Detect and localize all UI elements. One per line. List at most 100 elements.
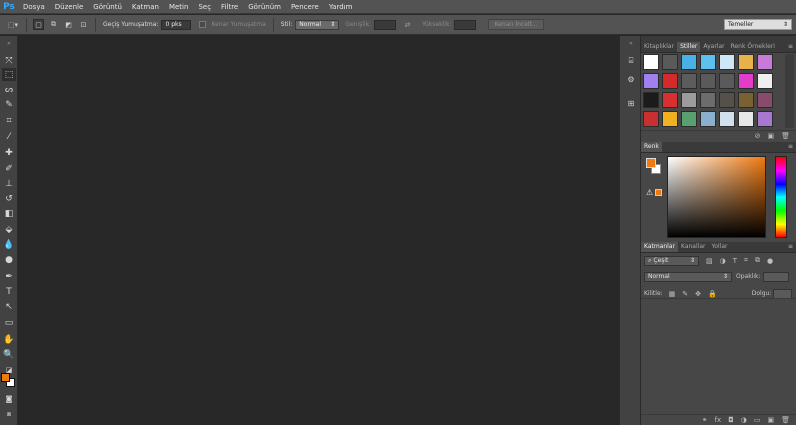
eraser-tool-icon[interactable]: ◧ [2, 207, 16, 220]
style-swatch[interactable] [662, 54, 678, 70]
style-swatch[interactable] [681, 111, 697, 127]
style-swatch[interactable] [719, 73, 735, 89]
out-of-gamut-warning-icon[interactable]: ⚠ [646, 188, 653, 197]
gamut-color-swatch[interactable] [655, 189, 662, 196]
history-brush-tool-icon[interactable]: ↺ [2, 192, 16, 205]
clone-stamp-tool-icon[interactable]: ⊥ [2, 177, 16, 190]
healing-brush-tool-icon[interactable]: ✚ [2, 146, 16, 159]
lasso-tool-icon[interactable]: ᔕ [2, 83, 16, 96]
style-swatch[interactable] [738, 111, 754, 127]
eyedropper-tool-icon[interactable]: ⁄ [2, 130, 16, 143]
style-swatch[interactable] [681, 92, 697, 108]
style-swatch[interactable] [681, 54, 697, 70]
style-swatch[interactable] [757, 92, 773, 108]
tab-renk[interactable]: Renk [641, 142, 662, 152]
style-select[interactable]: Normal ⇕ [295, 19, 340, 30]
new-selection-icon[interactable]: ▢ [33, 19, 44, 30]
color-panel-foreground[interactable] [646, 158, 656, 168]
height-input[interactable] [454, 19, 477, 30]
style-swatch[interactable] [719, 111, 735, 127]
collapse-icon[interactable]: » [2, 37, 16, 50]
style-swatch[interactable] [700, 111, 716, 127]
properties-icon[interactable]: ⚙ [624, 73, 638, 85]
shape-filter-icon[interactable]: ⌗ [744, 256, 748, 265]
intersect-selection-icon[interactable]: ⊡ [78, 19, 89, 30]
menu-dosya[interactable]: Dosya [18, 0, 50, 14]
style-swatch[interactable] [757, 73, 773, 89]
menu-goruntu[interactable]: Görüntü [88, 0, 127, 14]
menu-pencere[interactable]: Pencere [286, 0, 324, 14]
style-swatch[interactable] [757, 111, 773, 127]
subtract-selection-icon[interactable]: ◩ [63, 19, 74, 30]
quick-selection-tool-icon[interactable]: ✎ [2, 98, 16, 111]
fill-input[interactable] [773, 288, 792, 299]
refine-edge-button[interactable]: Kenarı İncelt... [488, 19, 544, 30]
crop-tool-icon[interactable]: ⌗ [2, 114, 16, 127]
panel-menu-icon[interactable]: ≡ [788, 43, 793, 50]
blur-tool-icon[interactable]: 💧 [2, 238, 16, 251]
tab-katmanlar[interactable]: Katmanlar [641, 242, 678, 252]
paint-bucket-tool-icon[interactable]: ⬙ [2, 223, 16, 236]
filter-toggle-icon[interactable]: ● [767, 257, 773, 265]
swap-dimensions-icon[interactable]: ⇄ [402, 19, 413, 30]
layers-list[interactable] [641, 298, 796, 414]
style-swatch[interactable] [643, 73, 659, 89]
type-tool-icon[interactable]: T [2, 285, 16, 298]
tab-renk-ornekleri[interactable]: Renk Örnekleri [728, 42, 778, 52]
move-tool-icon[interactable]: ⤧ [2, 54, 16, 67]
antialias-checkbox[interactable] [199, 21, 207, 28]
pixel-filter-icon[interactable]: ▨ [706, 257, 713, 265]
style-swatch[interactable] [662, 111, 678, 127]
history-icon[interactable]: ⌸ [624, 55, 638, 67]
quick-mask-icon[interactable]: ◙ [2, 392, 16, 405]
style-swatch[interactable] [700, 73, 716, 89]
style-swatch[interactable] [643, 92, 659, 108]
link-layers-icon[interactable]: ⚭ [702, 416, 708, 424]
hue-slider[interactable] [775, 156, 787, 238]
style-swatch[interactable] [700, 54, 716, 70]
rectangular-marquee-tool-icon[interactable]: ⬚ [2, 68, 16, 81]
smart-object-filter-icon[interactable]: ⧉ [755, 256, 760, 265]
menu-metin[interactable]: Metin [164, 0, 193, 14]
add-mask-icon[interactable]: ◘ [728, 416, 734, 424]
workspace-select[interactable]: Temeller ⇕ [724, 19, 792, 30]
foreground-color-swatch[interactable] [1, 373, 10, 382]
trash-icon[interactable]: 🗑 [781, 416, 790, 424]
style-swatch[interactable] [681, 73, 697, 89]
menu-yardim[interactable]: Yardım [324, 0, 358, 14]
tab-kitapliklar[interactable]: Kitaplıklar [641, 42, 677, 52]
layer-style-icon[interactable]: fx [715, 416, 722, 424]
tab-kanallar[interactable]: Kanallar [678, 242, 708, 252]
dodge-tool-icon[interactable]: ● [2, 253, 16, 266]
menu-katman[interactable]: Katman [127, 0, 164, 14]
adjustment-layer-icon[interactable]: ◑ [741, 416, 747, 424]
lock-all-icon[interactable]: 🔒 [708, 290, 717, 298]
style-swatch[interactable] [738, 54, 754, 70]
style-swatch[interactable] [662, 73, 678, 89]
menu-filtre[interactable]: Filtre [216, 0, 243, 14]
color-spectrum-field[interactable] [667, 156, 766, 238]
lock-transparent-icon[interactable]: ▦ [669, 290, 676, 298]
style-swatch[interactable] [719, 54, 735, 70]
style-swatch[interactable] [757, 54, 773, 70]
opacity-input[interactable] [762, 271, 789, 282]
tab-stiller[interactable]: Stiller [677, 42, 701, 52]
styles-scrollbar[interactable] [785, 54, 794, 128]
style-swatch[interactable] [719, 92, 735, 108]
group-icon[interactable]: ▭ [754, 416, 761, 424]
menu-sec[interactable]: Seç [193, 0, 216, 14]
brush-tool-icon[interactable]: ✐ [2, 162, 16, 175]
style-swatch[interactable] [738, 92, 754, 108]
add-to-selection-icon[interactable]: ⧉ [48, 19, 59, 30]
style-swatch[interactable] [700, 92, 716, 108]
document-canvas-area[interactable] [19, 36, 619, 425]
menu-gorunum[interactable]: Görünüm [243, 0, 286, 14]
type-filter-icon[interactable]: T [733, 257, 737, 265]
style-swatch[interactable] [643, 54, 659, 70]
path-selection-tool-icon[interactable]: ↖ [2, 300, 16, 313]
adjustment-filter-icon[interactable]: ◑ [720, 257, 726, 265]
collapse-icon[interactable]: « [624, 37, 638, 49]
width-input[interactable] [374, 19, 397, 30]
tab-ayarlar[interactable]: Ayarlar [700, 42, 727, 52]
lock-image-icon[interactable]: ✎ [682, 290, 688, 298]
